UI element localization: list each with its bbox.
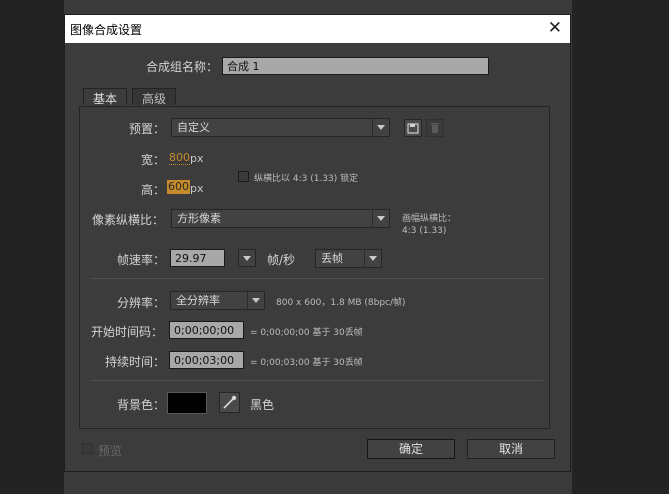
- duration-label: 持续时间：: [105, 355, 166, 369]
- resolution-label: 分辨率：: [117, 296, 166, 310]
- trash-icon[interactable]: [426, 119, 444, 137]
- frame-rate-input[interactable]: 29.97: [170, 249, 225, 267]
- background-color-name: 黑色: [250, 398, 275, 412]
- frame-aspect-label: 画幅纵横比：: [402, 214, 457, 224]
- preset-value: 自定义: [177, 121, 210, 134]
- frame-aspect-value: 4:3 (1.33): [402, 226, 447, 236]
- divider: [91, 278, 543, 279]
- width-unit: px: [190, 152, 204, 165]
- preview-label: 预览: [98, 444, 123, 458]
- save-preset-icon[interactable]: [404, 119, 422, 137]
- cancel-button[interactable]: 取消: [467, 439, 555, 459]
- frame-rate-label: 帧速率：: [117, 253, 166, 267]
- chevron-down-icon: [364, 250, 381, 267]
- height-label: 高：: [141, 183, 166, 197]
- width-label: 宽：: [141, 153, 166, 167]
- eyedropper-icon[interactable]: [219, 392, 240, 413]
- background-label: 背景色：: [117, 398, 166, 412]
- width-value[interactable]: 800: [169, 152, 190, 165]
- resolution-select[interactable]: 全分辨率: [170, 291, 265, 310]
- preset-label: 预置：: [129, 122, 166, 136]
- preview-checkbox[interactable]: [82, 443, 93, 454]
- title-bar: 图像合成设置 ✕: [65, 15, 570, 43]
- ok-button[interactable]: 确定: [367, 439, 455, 459]
- pixel-aspect-select[interactable]: 方形像素: [171, 209, 390, 228]
- start-timecode-info: = 0;00;00;00 基于 30丢帧: [250, 328, 363, 338]
- dialog-title: 图像合成设置: [70, 23, 143, 37]
- divider: [91, 380, 543, 381]
- lock-aspect-checkbox[interactable]: [238, 171, 249, 182]
- preset-select[interactable]: 自定义: [171, 118, 390, 137]
- start-timecode-input[interactable]: 0;00;00;00: [169, 321, 244, 339]
- duration-input[interactable]: 0;00;03;00: [169, 351, 244, 369]
- chevron-down-icon: [372, 119, 389, 136]
- resolution-value: 全分辨率: [176, 294, 220, 307]
- height-value[interactable]: 600: [167, 180, 190, 194]
- background-color-swatch[interactable]: [167, 392, 207, 414]
- start-timecode-label: 开始时间码：: [91, 325, 164, 339]
- frame-rate-unit: 帧/秒: [267, 253, 296, 267]
- comp-name-label: 合成组名称：: [146, 60, 219, 74]
- tab-advanced[interactable]: 高级: [132, 88, 177, 106]
- drop-frame-value: 丢帧: [321, 252, 343, 265]
- drop-frame-select[interactable]: 丢帧: [315, 249, 382, 268]
- composition-settings-dialog: 图像合成设置 ✕ 合成组名称： 合成 1 基本 高级 预置： 自定义 宽： 80…: [64, 14, 571, 472]
- resolution-info: 800 x 600，1.8 MB (8bpc/帧): [276, 298, 406, 308]
- pixel-aspect-value: 方形像素: [177, 212, 221, 225]
- close-icon[interactable]: ✕: [548, 18, 562, 38]
- comp-name-input[interactable]: 合成 1: [222, 57, 489, 75]
- height-unit: px: [190, 182, 204, 195]
- pixel-aspect-label: 像素纵横比：: [92, 213, 165, 227]
- tab-basic[interactable]: 基本: [83, 88, 128, 106]
- frame-rate-dropdown[interactable]: [238, 249, 256, 267]
- duration-info: = 0;00;03;00 基于 30丢帧: [250, 358, 363, 368]
- lock-aspect-label: 纵横比以 4:3 (1.33) 锁定: [254, 174, 359, 184]
- chevron-down-icon: [247, 292, 264, 309]
- chevron-down-icon: [372, 210, 389, 227]
